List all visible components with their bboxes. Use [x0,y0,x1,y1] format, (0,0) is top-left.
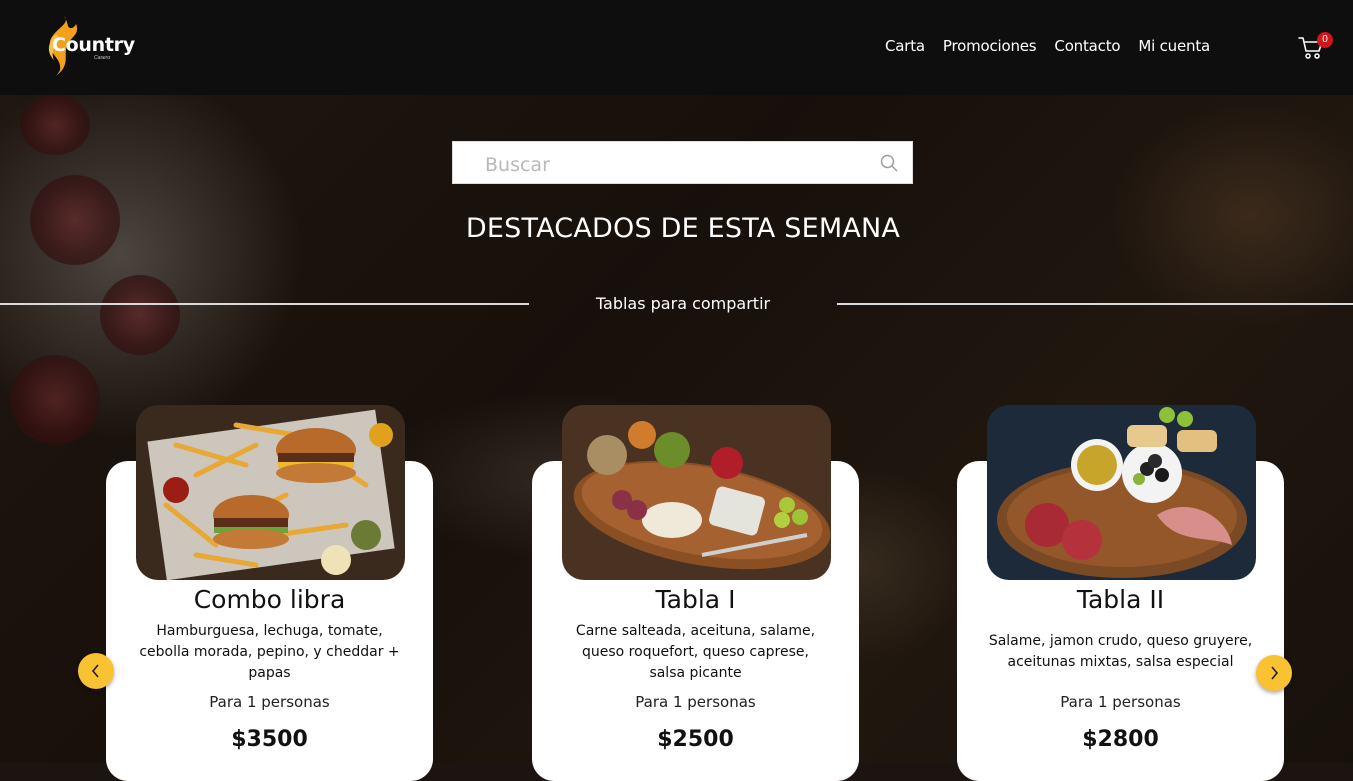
nav-item-promociones[interactable]: Promociones [943,37,1037,55]
logo[interactable]: Country Casero [42,14,142,76]
product-card[interactable]: Tabla II Salame, jamon crudo, queso gruy… [957,405,1284,781]
nav-item-contacto[interactable]: Contacto [1054,37,1120,55]
product-image-tabla-1 [562,405,831,580]
chevron-left-icon [91,664,99,678]
divider-left [0,303,529,305]
section-title: DESTACADOS DE ESTA SEMANA [465,213,901,244]
product-servings: Para 1 personas [635,693,756,711]
product-price: $2500 [657,727,734,752]
logo-name: Country [52,34,135,56]
product-name: Combo libra [193,585,346,614]
product-servings: Para 1 personas [1060,693,1181,711]
product-card[interactable]: Combo libra Hamburguesa, lechuga, tomate… [106,405,433,781]
logo-tagline: Casero [94,55,111,61]
search-input[interactable] [483,151,867,179]
product-description: Salame, jamon crudo, queso gruyere, acei… [988,633,1253,670]
product-price: $3500 [231,727,308,752]
top-bar: Country Casero Carta Promociones Contact… [0,0,1353,95]
product-image-tabla-2 [987,405,1256,580]
main-nav: Carta Promociones Contacto Mi cuenta [885,37,1210,55]
cart-count-badge: 0 [1317,32,1333,48]
nav-item-mi-cuenta[interactable]: Mi cuenta [1138,37,1210,55]
nav-item-carta[interactable]: Carta [885,37,925,55]
product-name: Tabla I [655,585,736,614]
divider-right [837,303,1353,305]
category-label: Tablas para compartir [595,294,771,313]
search-box [452,141,913,184]
carousel-prev-button[interactable] [78,653,114,689]
product-name: Tabla II [1076,585,1165,614]
product-image-burger [136,405,405,580]
product-servings: Para 1 personas [209,693,330,711]
search-icon[interactable] [880,154,898,172]
product-description: Carne salteada, aceituna, salame, queso … [575,623,816,681]
product-card[interactable]: Tabla I Carne salteada, aceituna, salame… [532,405,859,781]
product-description: Hamburguesa, lechuga, tomate, cebolla mo… [139,623,400,681]
carousel-next-button[interactable] [1256,655,1292,691]
product-price: $2800 [1082,727,1159,752]
chevron-right-icon [1271,666,1279,680]
